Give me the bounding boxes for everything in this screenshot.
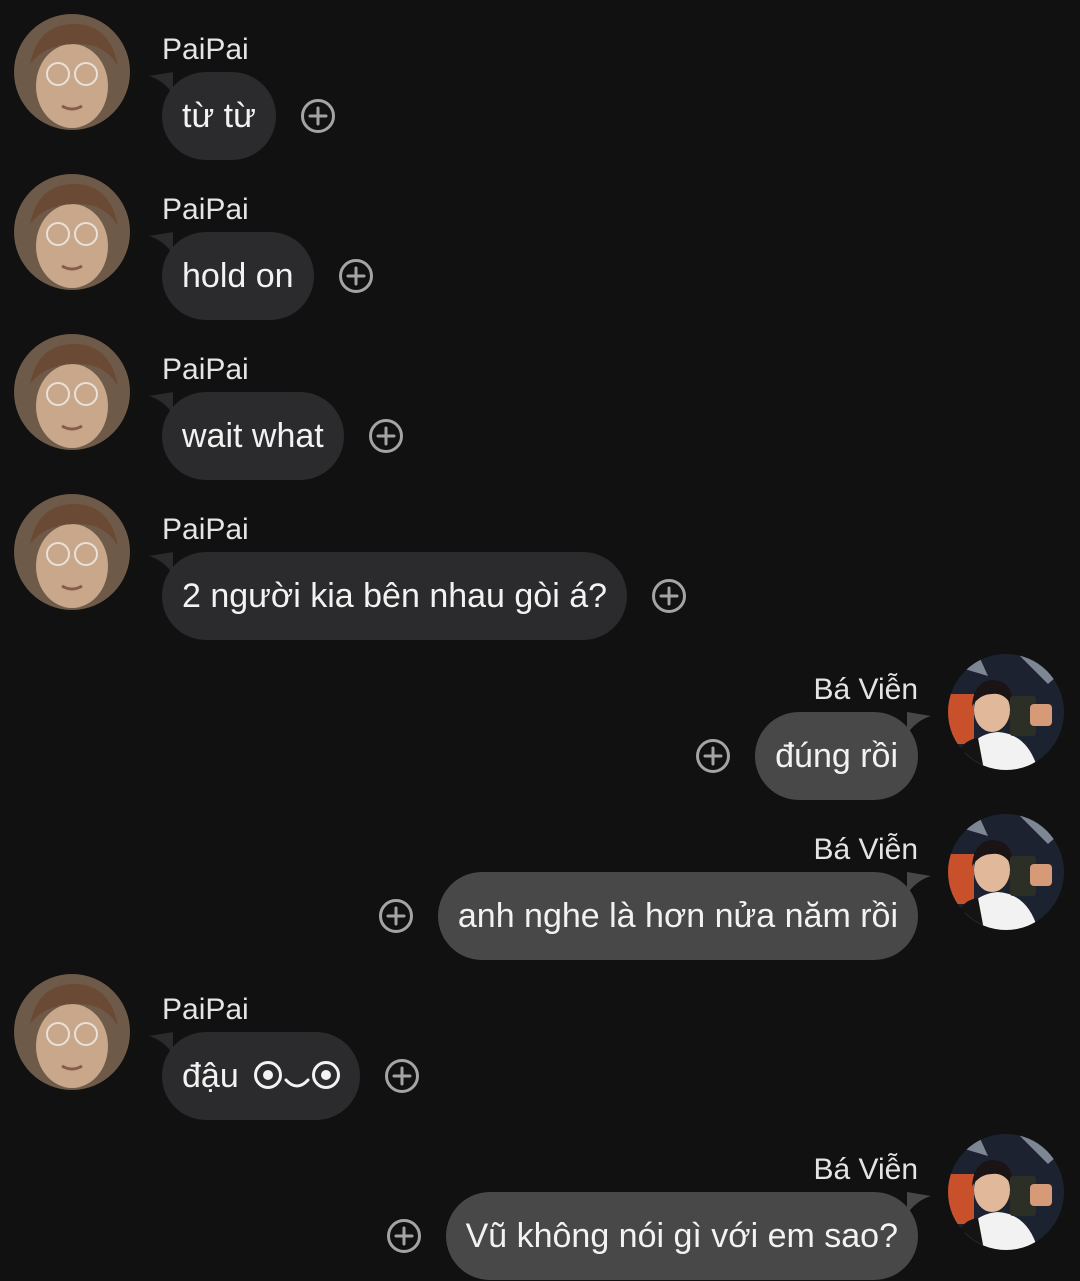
- avatar-image: [948, 814, 1064, 930]
- bubble-row: anh nghe là hơn nửa năm rồi: [378, 872, 931, 960]
- message-text: hold on: [182, 257, 294, 295]
- message-bubble[interactable]: từ từ: [149, 72, 276, 160]
- avatar-paipai[interactable]: [14, 174, 130, 290]
- bubble-row: wait what: [149, 392, 404, 480]
- bubble-row: Vũ không nói gì với em sao?: [386, 1192, 931, 1280]
- avatar-image: [948, 1134, 1064, 1250]
- avatar-image: [948, 654, 1064, 770]
- message-bubble[interactable]: Vũ không nói gì với em sao?: [445, 1192, 931, 1280]
- circle-eye-icon: [254, 1061, 283, 1090]
- message-row: PaiPai wait what: [0, 334, 1080, 480]
- message-row: PaiPai từ từ: [0, 14, 1080, 160]
- message-text: đậu: [182, 1057, 239, 1095]
- sender-name: PaiPai: [162, 353, 249, 386]
- bubble-row: đúng rồi: [695, 712, 931, 800]
- message-bubble[interactable]: 2 người kia bên nhau gòi á?: [149, 552, 628, 640]
- chat-thread: PaiPai từ từ PaiPai hold on PaiPai wait …: [0, 0, 1080, 1281]
- message-row: PaiPai 2 người kia bên nhau gòi á?: [0, 494, 1080, 640]
- add-reaction-icon[interactable]: [695, 738, 731, 774]
- message-row: PaiPai đậu: [0, 974, 1080, 1120]
- avatar-paipai[interactable]: [14, 14, 130, 130]
- avatar-image: [14, 14, 130, 130]
- sender-name: PaiPai: [162, 33, 249, 66]
- bubble-tail: [907, 712, 931, 734]
- message-bubble[interactable]: anh nghe là hơn nửa năm rồi: [437, 872, 931, 960]
- avatar-image: [14, 974, 130, 1090]
- add-reaction-icon[interactable]: [384, 1058, 420, 1094]
- avatar-image: [14, 174, 130, 290]
- message-text: Vũ không nói gì với em sao?: [465, 1217, 898, 1255]
- sender-name: Bá Viễn: [813, 1153, 918, 1186]
- message-row: Bá Viễn anh nghe là hơn nửa năm rồi: [0, 814, 1080, 960]
- avatar-image: [14, 334, 130, 450]
- bubble-row: từ từ: [149, 72, 336, 160]
- message-text: từ từ: [182, 97, 256, 135]
- sender-name: Bá Viễn: [813, 673, 918, 706]
- message-bubble[interactable]: hold on: [149, 232, 314, 320]
- bubble-tail: [149, 1032, 173, 1054]
- message-text: 2 người kia bên nhau gòi á?: [182, 577, 608, 615]
- curved-mouth-icon: [284, 1076, 310, 1092]
- avatar-ba-vien[interactable]: [948, 1134, 1064, 1250]
- bubble-tail: [149, 392, 173, 414]
- avatar-paipai[interactable]: [14, 974, 130, 1090]
- add-reaction-icon[interactable]: [651, 578, 687, 614]
- add-reaction-icon[interactable]: [378, 898, 414, 934]
- add-reaction-icon[interactable]: [386, 1218, 422, 1254]
- message-text: đúng rồi: [775, 737, 898, 775]
- message-bubble[interactable]: đúng rồi: [755, 712, 931, 800]
- message-text: wait what: [182, 417, 324, 455]
- bubble-row: 2 người kia bên nhau gòi á?: [149, 552, 687, 640]
- message-bubble[interactable]: wait what: [149, 392, 344, 480]
- add-reaction-icon[interactable]: [300, 98, 336, 134]
- bubble-tail: [907, 1192, 931, 1214]
- avatar-paipai[interactable]: [14, 334, 130, 450]
- avatar-paipai[interactable]: [14, 494, 130, 610]
- bubble-tail: [149, 72, 173, 94]
- sender-name: PaiPai: [162, 993, 249, 1026]
- message-bubble[interactable]: đậu: [149, 1032, 361, 1120]
- message-row: Bá Viễn Vũ không nói gì với em sao?: [0, 1134, 1080, 1280]
- bubble-row: đậu: [149, 1032, 420, 1120]
- avatar-ba-vien[interactable]: [948, 654, 1064, 770]
- bubble-row: hold on: [149, 232, 374, 320]
- circle-eye-icon: [312, 1061, 341, 1090]
- bubble-tail: [149, 232, 173, 254]
- bubble-tail: [149, 552, 173, 574]
- bubble-tail: [907, 872, 931, 894]
- sender-name: PaiPai: [162, 193, 249, 226]
- message-row: PaiPai hold on: [0, 174, 1080, 320]
- add-reaction-icon[interactable]: [338, 258, 374, 294]
- message-text: anh nghe là hơn nửa năm rồi: [457, 897, 898, 935]
- avatar-ba-vien[interactable]: [948, 814, 1064, 930]
- sender-name: Bá Viễn: [813, 833, 918, 866]
- avatar-image: [14, 494, 130, 610]
- sender-name: PaiPai: [162, 513, 249, 546]
- emoticon: [254, 1057, 341, 1095]
- message-row: Bá Viễn đúng rồi: [0, 654, 1080, 800]
- add-reaction-icon[interactable]: [368, 418, 404, 454]
